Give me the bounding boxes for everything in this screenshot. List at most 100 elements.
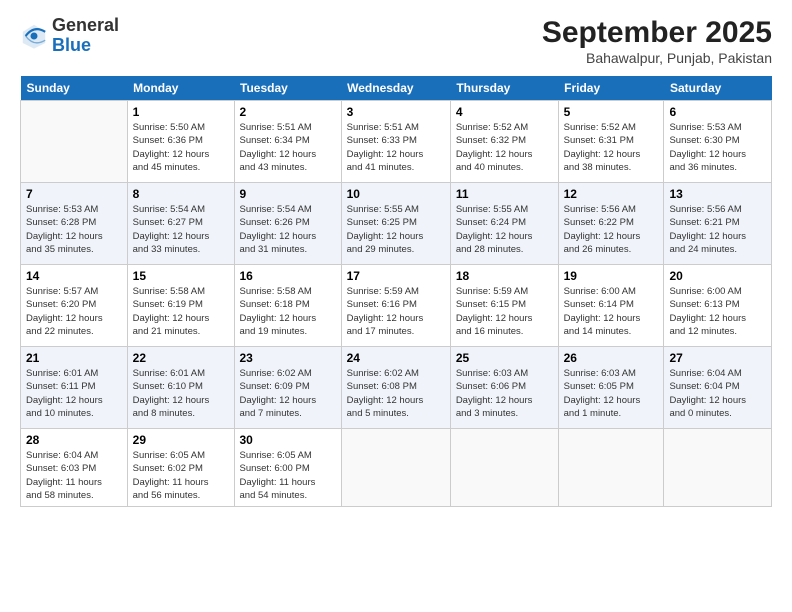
calendar-cell: 16 Sunrise: 5:58 AM Sunset: 6:18 PM Dayli… <box>234 265 341 347</box>
day-info: Sunrise: 6:01 AM Sunset: 6:11 PM Dayligh… <box>26 367 122 420</box>
calendar-cell: 9Sunrise: 5:54 AM Sunset: 6:26 PM Daylig… <box>234 183 341 265</box>
day-number: 29 <box>133 433 229 447</box>
day-info: Sunrise: 5:53 AM Sunset: 6:30 PM Dayligh… <box>669 121 766 174</box>
calendar-cell: 14 Sunrise: 5:57 AM Sunset: 6:20 PM Dayli… <box>21 265 128 347</box>
day-number: 6 <box>669 105 766 119</box>
column-header-thursday: Thursday <box>450 76 558 101</box>
calendar-cell: 26 Sunrise: 6:03 AM Sunset: 6:05 PM Dayli… <box>558 347 664 429</box>
day-info: Sunrise: 5:57 AM Sunset: 6:20 PM Dayligh… <box>26 285 122 338</box>
column-header-sunday: Sunday <box>21 76 128 101</box>
calendar-header-row: SundayMondayTuesdayWednesdayThursdayFrid… <box>21 76 772 101</box>
subtitle: Bahawalpur, Punjab, Pakistan <box>542 50 772 66</box>
calendar-cell: 23 Sunrise: 6:02 AM Sunset: 6:09 PM Dayli… <box>234 347 341 429</box>
calendar-cell: 20 Sunrise: 6:00 AM Sunset: 6:13 PM Dayli… <box>664 265 772 347</box>
logo-general: General <box>52 15 119 35</box>
calendar-cell: 8Sunrise: 5:54 AM Sunset: 6:27 PM Daylig… <box>127 183 234 265</box>
title-block: September 2025 Bahawalpur, Punjab, Pakis… <box>542 16 772 66</box>
day-number: 15 <box>133 269 229 283</box>
calendar-cell: 6 Sunrise: 5:53 AM Sunset: 6:30 PM Daylig… <box>664 101 772 183</box>
day-info: Sunrise: 5:51 AM Sunset: 6:34 PM Dayligh… <box>240 121 336 174</box>
day-number: 12 <box>564 187 659 201</box>
day-number: 28 <box>26 433 122 447</box>
calendar-cell: 19 Sunrise: 6:00 AM Sunset: 6:14 PM Dayli… <box>558 265 664 347</box>
day-info: Sunrise: 5:59 AM Sunset: 6:16 PM Dayligh… <box>347 285 445 338</box>
calendar-cell: 4 Sunrise: 5:52 AM Sunset: 6:32 PM Daylig… <box>450 101 558 183</box>
day-number: 18 <box>456 269 553 283</box>
calendar-cell <box>664 429 772 507</box>
day-number: 19 <box>564 269 659 283</box>
day-info: Sunrise: 6:05 AM Sunset: 6:02 PM Dayligh… <box>133 449 229 502</box>
calendar-cell <box>558 429 664 507</box>
day-info: Sunrise: 5:59 AM Sunset: 6:15 PM Dayligh… <box>456 285 553 338</box>
calendar-table: SundayMondayTuesdayWednesdayThursdayFrid… <box>20 76 772 507</box>
logo-blue: Blue <box>52 35 91 55</box>
day-info: Sunrise: 5:58 AM Sunset: 6:18 PM Dayligh… <box>240 285 336 338</box>
week-row-5: 28 Sunrise: 6:04 AM Sunset: 6:03 PM Dayli… <box>21 429 772 507</box>
day-number: 23 <box>240 351 336 365</box>
day-info: Sunrise: 6:04 AM Sunset: 6:03 PM Dayligh… <box>26 449 122 502</box>
calendar-cell: 10 Sunrise: 5:55 AM Sunset: 6:25 PM Dayli… <box>341 183 450 265</box>
column-header-monday: Monday <box>127 76 234 101</box>
day-info: Sunrise: 6:01 AM Sunset: 6:10 PM Dayligh… <box>133 367 229 420</box>
day-info: Sunrise: 5:55 AM Sunset: 6:24 PM Dayligh… <box>456 203 553 256</box>
day-number: 2 <box>240 105 336 119</box>
day-info: Sunrise: 5:56 AM Sunset: 6:21 PM Dayligh… <box>669 203 766 256</box>
logo-text: General Blue <box>52 16 119 56</box>
day-number: 25 <box>456 351 553 365</box>
day-number: 20 <box>669 269 766 283</box>
calendar-cell: 30Sunrise: 6:05 AM Sunset: 6:00 PM Dayli… <box>234 429 341 507</box>
header: General Blue September 2025 Bahawalpur, … <box>20 16 772 66</box>
day-info: Sunrise: 6:02 AM Sunset: 6:09 PM Dayligh… <box>240 367 336 420</box>
day-info: Sunrise: 6:00 AM Sunset: 6:13 PM Dayligh… <box>669 285 766 338</box>
day-number: 24 <box>347 351 445 365</box>
day-number: 4 <box>456 105 553 119</box>
day-info: Sunrise: 6:03 AM Sunset: 6:05 PM Dayligh… <box>564 367 659 420</box>
calendar-cell: 21Sunrise: 6:01 AM Sunset: 6:11 PM Dayli… <box>21 347 128 429</box>
week-row-1: 1Sunrise: 5:50 AM Sunset: 6:36 PM Daylig… <box>21 101 772 183</box>
day-info: Sunrise: 6:00 AM Sunset: 6:14 PM Dayligh… <box>564 285 659 338</box>
calendar-cell: 25Sunrise: 6:03 AM Sunset: 6:06 PM Dayli… <box>450 347 558 429</box>
day-number: 9 <box>240 187 336 201</box>
calendar-cell: 13 Sunrise: 5:56 AM Sunset: 6:21 PM Dayli… <box>664 183 772 265</box>
day-info: Sunrise: 5:52 AM Sunset: 6:32 PM Dayligh… <box>456 121 553 174</box>
day-number: 7 <box>26 187 122 201</box>
calendar-cell: 11 Sunrise: 5:55 AM Sunset: 6:24 PM Dayli… <box>450 183 558 265</box>
calendar-cell: 27 Sunrise: 6:04 AM Sunset: 6:04 PM Dayli… <box>664 347 772 429</box>
logo: General Blue <box>20 16 119 56</box>
calendar-cell <box>341 429 450 507</box>
calendar-cell: 15 Sunrise: 5:58 AM Sunset: 6:19 PM Dayli… <box>127 265 234 347</box>
column-header-saturday: Saturday <box>664 76 772 101</box>
day-number: 16 <box>240 269 336 283</box>
calendar-cell: 29 Sunrise: 6:05 AM Sunset: 6:02 PM Dayli… <box>127 429 234 507</box>
calendar-cell: 3 Sunrise: 5:51 AM Sunset: 6:33 PM Daylig… <box>341 101 450 183</box>
day-info: Sunrise: 6:05 AM Sunset: 6:00 PM Dayligh… <box>240 449 336 502</box>
calendar-cell: 28 Sunrise: 6:04 AM Sunset: 6:03 PM Dayli… <box>21 429 128 507</box>
column-header-wednesday: Wednesday <box>341 76 450 101</box>
calendar-cell: 5Sunrise: 5:52 AM Sunset: 6:31 PM Daylig… <box>558 101 664 183</box>
day-number: 3 <box>347 105 445 119</box>
day-info: Sunrise: 5:58 AM Sunset: 6:19 PM Dayligh… <box>133 285 229 338</box>
calendar-cell: 18 Sunrise: 5:59 AM Sunset: 6:15 PM Dayli… <box>450 265 558 347</box>
day-number: 11 <box>456 187 553 201</box>
day-number: 27 <box>669 351 766 365</box>
calendar-cell <box>21 101 128 183</box>
day-number: 14 <box>26 269 122 283</box>
week-row-4: 21Sunrise: 6:01 AM Sunset: 6:11 PM Dayli… <box>21 347 772 429</box>
day-info: Sunrise: 5:56 AM Sunset: 6:22 PM Dayligh… <box>564 203 659 256</box>
day-number: 22 <box>133 351 229 365</box>
day-info: Sunrise: 5:55 AM Sunset: 6:25 PM Dayligh… <box>347 203 445 256</box>
day-info: Sunrise: 6:02 AM Sunset: 6:08 PM Dayligh… <box>347 367 445 420</box>
day-number: 26 <box>564 351 659 365</box>
calendar-cell: 12 Sunrise: 5:56 AM Sunset: 6:22 PM Dayli… <box>558 183 664 265</box>
day-number: 10 <box>347 187 445 201</box>
day-info: Sunrise: 5:52 AM Sunset: 6:31 PM Dayligh… <box>564 121 659 174</box>
day-info: Sunrise: 5:51 AM Sunset: 6:33 PM Dayligh… <box>347 121 445 174</box>
calendar-cell: 24 Sunrise: 6:02 AM Sunset: 6:08 PM Dayli… <box>341 347 450 429</box>
day-number: 1 <box>133 105 229 119</box>
calendar-cell: 1Sunrise: 5:50 AM Sunset: 6:36 PM Daylig… <box>127 101 234 183</box>
day-info: Sunrise: 6:04 AM Sunset: 6:04 PM Dayligh… <box>669 367 766 420</box>
calendar-cell: 7Sunrise: 5:53 AM Sunset: 6:28 PM Daylig… <box>21 183 128 265</box>
day-number: 13 <box>669 187 766 201</box>
page: General Blue September 2025 Bahawalpur, … <box>0 0 792 612</box>
column-header-tuesday: Tuesday <box>234 76 341 101</box>
